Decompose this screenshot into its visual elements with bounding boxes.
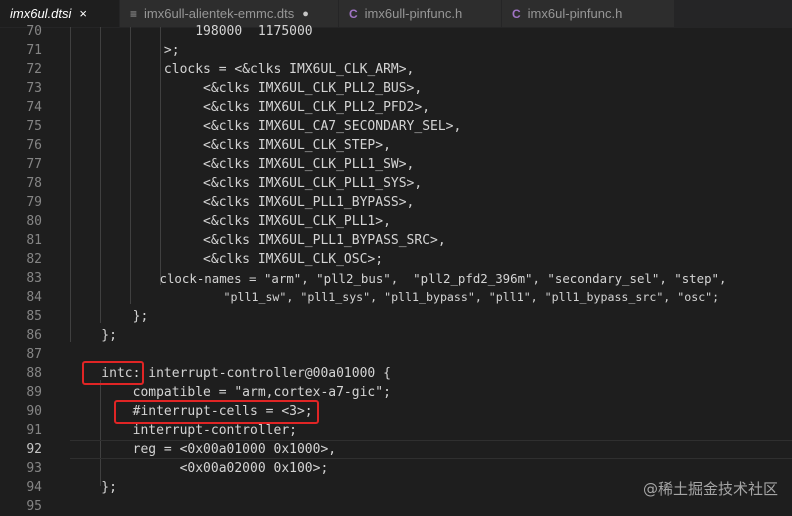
- line-number: 87: [26, 347, 42, 362]
- code-line: 75 <&clks IMX6UL_CA7_SECONDARY_SEL>,: [0, 117, 792, 136]
- code-line: 79 <&clks IMX6UL_PLL1_BYPASS>,: [0, 193, 792, 212]
- line-number: 81: [26, 233, 42, 248]
- code-text: };: [70, 309, 149, 324]
- code-text: <&clks IMX6UL_CLK_PLL1_SYS>,: [70, 176, 423, 191]
- code-line: 95: [0, 497, 792, 516]
- line-number: 93: [26, 461, 42, 476]
- code-line: 80 <&clks IMX6UL_CLK_PLL1>,: [0, 212, 792, 231]
- line-number: 90: [26, 404, 42, 419]
- code-editor[interactable]: 70 198000 1175000 71 >; 72 clocks = <&cl…: [0, 24, 792, 516]
- tab-label: imx6ull-pinfunc.h: [364, 6, 463, 21]
- code-line: 77 <&clks IMX6UL_CLK_PLL1_SW>,: [0, 155, 792, 174]
- code-line: 86 };: [0, 326, 792, 345]
- code-text: <0x00a02000 0x100>;: [70, 461, 329, 476]
- c-file-icon: C: [349, 6, 358, 21]
- c-file-icon: C: [512, 6, 521, 21]
- line-number: 76: [26, 138, 42, 153]
- code-line: 83 clock-names = "arm", "pll2_bus", "pll…: [0, 269, 792, 288]
- code-line: 71 >;: [0, 41, 792, 60]
- code-line: 74 <&clks IMX6UL_CLK_PLL2_PFD2>,: [0, 98, 792, 117]
- code-line: 70 198000 1175000: [0, 22, 792, 41]
- code-text: };: [70, 480, 117, 495]
- code-text: <&clks IMX6UL_PLL1_BYPASS>,: [70, 195, 415, 210]
- current-line-highlight: [70, 440, 792, 459]
- line-number: 94: [26, 480, 42, 495]
- code-text: <&clks IMX6UL_CA7_SECONDARY_SEL>,: [70, 119, 462, 134]
- line-number: 86: [26, 328, 42, 343]
- line-number: 78: [26, 176, 42, 191]
- line-number: 80: [26, 214, 42, 229]
- tab-label: imx6ul.dtsi: [10, 6, 72, 21]
- code-line: 93 <0x00a02000 0x100>;: [0, 459, 792, 478]
- code-text: };: [70, 328, 117, 343]
- code-text: <&clks IMX6UL_PLL1_BYPASS_SRC>,: [70, 233, 446, 248]
- code-text: "pll1_sw", "pll1_sys", "pll1_bypass", "p…: [70, 290, 720, 304]
- close-icon[interactable]: ×: [79, 6, 87, 21]
- line-number: 70: [26, 24, 42, 39]
- code-line: 84 "pll1_sw", "pll1_sys", "pll1_bypass",…: [0, 288, 792, 307]
- line-number: 72: [26, 62, 42, 77]
- code-text: <&clks IMX6UL_CLK_OSC>;: [70, 252, 384, 267]
- line-number: 88: [26, 366, 42, 381]
- code-line: 72 clocks = <&clks IMX6UL_CLK_ARM>,: [0, 60, 792, 79]
- line-number: 84: [26, 290, 42, 305]
- tab-label: imx6ul-pinfunc.h: [527, 6, 623, 21]
- line-number: 89: [26, 385, 42, 400]
- tab-label: imx6ull-alientek-emmc.dts: [144, 6, 295, 21]
- line-number: 74: [26, 100, 42, 115]
- watermark: @稀土掘金技术社区: [642, 480, 778, 498]
- highlight-box-intc: [82, 361, 144, 385]
- line-number: 75: [26, 119, 42, 134]
- line-number: 91: [26, 423, 42, 438]
- code-line: 81 <&clks IMX6UL_PLL1_BYPASS_SRC>,: [0, 231, 792, 250]
- line-number: 95: [26, 499, 42, 514]
- code-line: 76 <&clks IMX6UL_CLK_STEP>,: [0, 136, 792, 155]
- code-text: 198000 1175000: [70, 24, 313, 39]
- code-text: clocks = <&clks IMX6UL_CLK_ARM>,: [70, 62, 415, 77]
- line-number: 71: [26, 43, 42, 58]
- highlight-box-interrupt-cells: [114, 400, 319, 424]
- code-text: >;: [70, 43, 180, 58]
- code-text: <&clks IMX6UL_CLK_STEP>,: [70, 138, 391, 153]
- line-number: 92: [26, 442, 42, 457]
- line-number: 77: [26, 157, 42, 172]
- unsaved-dot-icon[interactable]: ●: [302, 8, 309, 20]
- code-text: <&clks IMX6UL_CLK_PLL2_PFD2>,: [70, 100, 431, 115]
- code-line: 82 <&clks IMX6UL_CLK_OSC>;: [0, 250, 792, 269]
- line-number: 82: [26, 252, 42, 267]
- code-text: <&clks IMX6UL_CLK_PLL2_BUS>,: [70, 81, 423, 96]
- code-text: <&clks IMX6UL_CLK_PLL1>,: [70, 214, 391, 229]
- code-text: <&clks IMX6UL_CLK_PLL1_SW>,: [70, 157, 415, 172]
- code-line: 85 };: [0, 307, 792, 326]
- line-number: 73: [26, 81, 42, 96]
- line-number: 79: [26, 195, 42, 210]
- code-line: 73 <&clks IMX6UL_CLK_PLL2_BUS>,: [0, 79, 792, 98]
- line-number: 83: [26, 271, 42, 286]
- code-line: 78 <&clks IMX6UL_CLK_PLL1_SYS>,: [0, 174, 792, 193]
- code-text: clock-names = "arm", "pll2_bus", "pll2_p…: [70, 271, 727, 286]
- dts-file-icon: ≡: [130, 6, 138, 21]
- line-number: 85: [26, 309, 42, 324]
